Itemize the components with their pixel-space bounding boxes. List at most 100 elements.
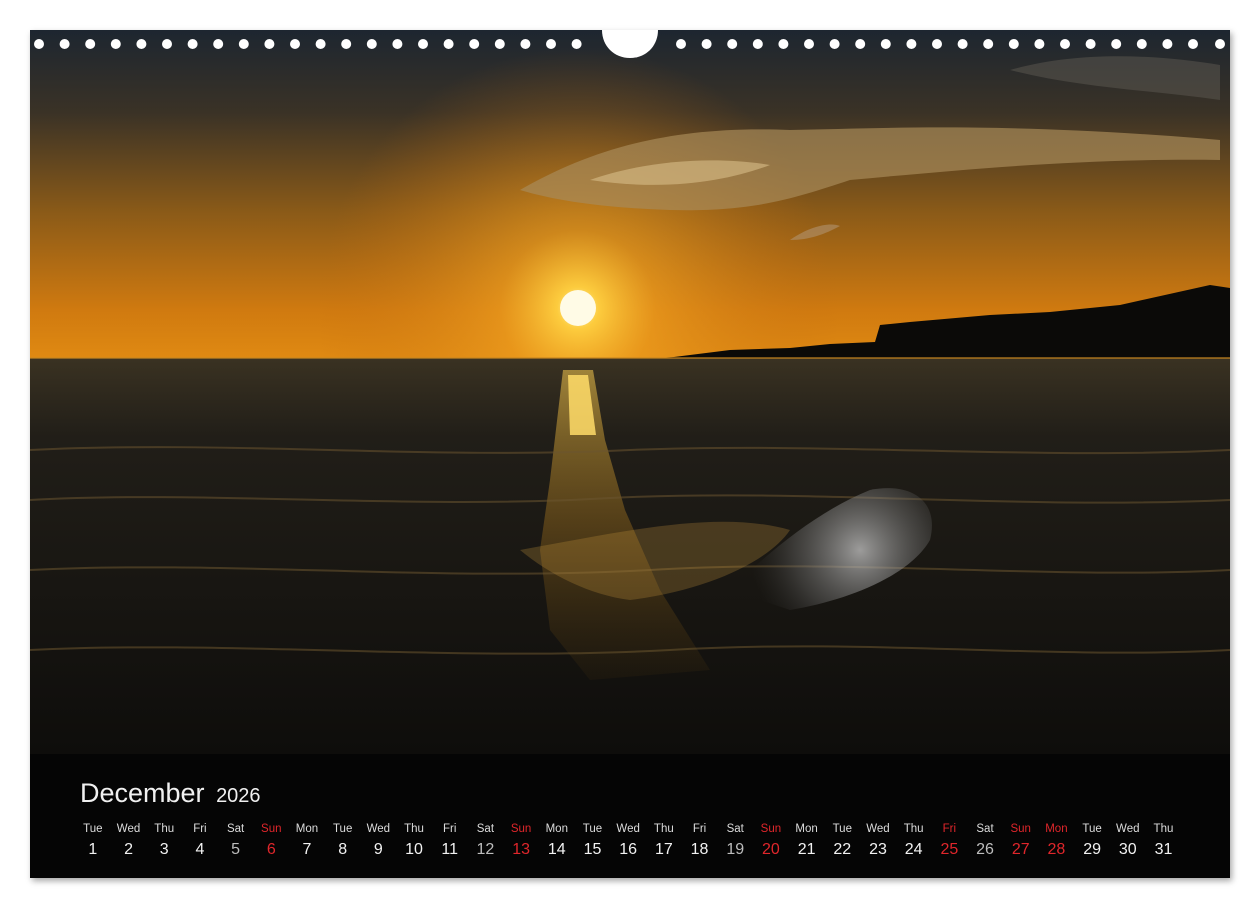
day-number: 14 — [547, 841, 566, 858]
day-cell: Wed 16 — [610, 820, 646, 862]
day-number: 21 — [797, 841, 816, 858]
day-cell: Sat 12 — [468, 820, 504, 862]
weekday-label: Fri — [443, 823, 457, 835]
weekday-label: Thu — [1153, 823, 1174, 835]
calendar-strip: December 2026 Tue 1 Wed 2 Thu 3 Fri 4 Sat 5 Sun 6 Mo… — [30, 754, 1230, 878]
day-cell: Mon 21 — [789, 820, 825, 862]
day-cell: Sun 13 — [503, 820, 539, 862]
day-cell: Sat 19 — [717, 820, 753, 862]
day-number: 2 — [124, 841, 133, 858]
day-cell: Wed 2 — [111, 820, 147, 862]
day-row: Tue 1 Wed 2 Thu 3 Fri 4 Sat 5 Sun 6 Mon 7 Tue 8 Wed 9 Thu 1… — [75, 820, 1181, 862]
weekday-label: Thu — [154, 823, 175, 835]
day-number: 17 — [654, 841, 673, 858]
weekday-label: Thu — [903, 823, 924, 835]
day-number: 25 — [940, 841, 959, 858]
day-number: 5 — [231, 841, 241, 858]
day-cell: Sat 26 — [967, 820, 1003, 862]
day-number: 22 — [833, 841, 852, 858]
weekday-label: Sun — [760, 823, 782, 835]
day-number: 8 — [338, 841, 348, 858]
day-number: 23 — [869, 841, 887, 858]
day-cell: Thu 3 — [146, 820, 182, 862]
day-number: 3 — [159, 841, 169, 858]
weekday-label: Sun — [510, 823, 532, 835]
weekday-label: Sat — [476, 823, 495, 835]
weekday-label: Tue — [332, 823, 353, 835]
day-number: 4 — [195, 841, 205, 858]
day-cell: Tue 15 — [575, 820, 611, 862]
day-number: 19 — [726, 841, 745, 858]
day-number: 7 — [302, 841, 312, 858]
day-cell: Wed 23 — [860, 820, 896, 862]
weekday-label: Mon — [1045, 823, 1068, 835]
weekday-label: Tue — [582, 823, 603, 835]
weekday-label: Sat — [976, 823, 994, 835]
weekday-label: Sat — [726, 823, 744, 835]
weekday-label: Thu — [653, 823, 674, 835]
day-cell: Fri 11 — [432, 820, 468, 862]
day-number: 10 — [405, 841, 423, 858]
day-cell: Sun 27 — [1003, 820, 1039, 862]
day-number: 29 — [1083, 841, 1101, 858]
day-cell: Fri 18 — [682, 820, 718, 862]
month-name: December — [80, 778, 205, 808]
weekday-label: Mon — [545, 823, 568, 835]
day-number: 9 — [373, 841, 383, 858]
weekday-label: Wed — [366, 823, 391, 835]
day-cell: Mon 28 — [1039, 820, 1075, 862]
weekday-label: Wed — [616, 823, 640, 835]
day-cell: Sun 6 — [253, 820, 289, 862]
day-cell: Tue 29 — [1074, 820, 1110, 862]
day-cell: Tue 22 — [824, 820, 860, 862]
month-title: December 2026 — [80, 778, 261, 809]
day-cell: Sat 5 — [218, 820, 254, 862]
weekday-label: Wed — [116, 823, 141, 835]
day-cell: Thu 31 — [1146, 820, 1182, 862]
weekday-label: Wed — [866, 823, 890, 835]
weekday-label: Mon — [795, 823, 818, 835]
day-cell: Fri 25 — [932, 820, 968, 862]
day-number: 28 — [1047, 841, 1066, 858]
day-number: 20 — [762, 841, 780, 858]
weekday-label: Fri — [193, 823, 207, 835]
weekday-label: Sat — [226, 823, 245, 835]
day-number: 12 — [476, 841, 495, 858]
day-cell: Tue 1 — [75, 820, 111, 862]
year-label: 2026 — [216, 785, 261, 807]
weekday-label: Tue — [83, 823, 103, 835]
weekday-label: Tue — [832, 823, 852, 835]
day-number: 11 — [441, 841, 459, 858]
day-number: 31 — [1154, 841, 1173, 858]
day-cell: Wed 30 — [1110, 820, 1146, 862]
day-number: 1 — [88, 841, 98, 858]
weekday-label: Sun — [261, 823, 282, 835]
day-cell: Fri 4 — [182, 820, 218, 862]
day-number: 24 — [904, 841, 923, 858]
day-number: 18 — [690, 841, 709, 858]
weekday-label: Thu — [404, 823, 424, 835]
weekday-label: Sun — [1010, 823, 1031, 835]
weekday-label: Fri — [692, 823, 707, 835]
weekday-label: Wed — [1116, 823, 1140, 835]
day-cell: Sun 20 — [753, 820, 789, 862]
weekday-label: Tue — [1082, 823, 1102, 835]
sunset-sea-photo — [30, 30, 1230, 754]
day-number: 6 — [266, 841, 276, 858]
day-number: 30 — [1118, 841, 1137, 858]
weekday-label: Fri — [942, 823, 957, 835]
day-cell: Thu 24 — [896, 820, 932, 862]
day-number: 15 — [583, 841, 602, 858]
day-cell: Mon 14 — [539, 820, 575, 862]
day-number: 27 — [1011, 841, 1030, 858]
day-cell: Wed 9 — [361, 820, 397, 862]
day-cell: Mon 7 — [289, 820, 325, 862]
day-cell: Tue 8 — [325, 820, 361, 862]
day-cell: Thu 10 — [396, 820, 432, 862]
day-number: 16 — [619, 841, 638, 858]
weekday-label: Mon — [295, 823, 319, 835]
calendar-page: December 2026 Tue 1 Wed 2 Thu 3 Fri 4 Sat 5 Sun 6 Mo… — [30, 30, 1230, 878]
day-number: 13 — [512, 841, 530, 858]
day-cell: Thu 17 — [646, 820, 682, 862]
day-number: 26 — [976, 841, 994, 858]
